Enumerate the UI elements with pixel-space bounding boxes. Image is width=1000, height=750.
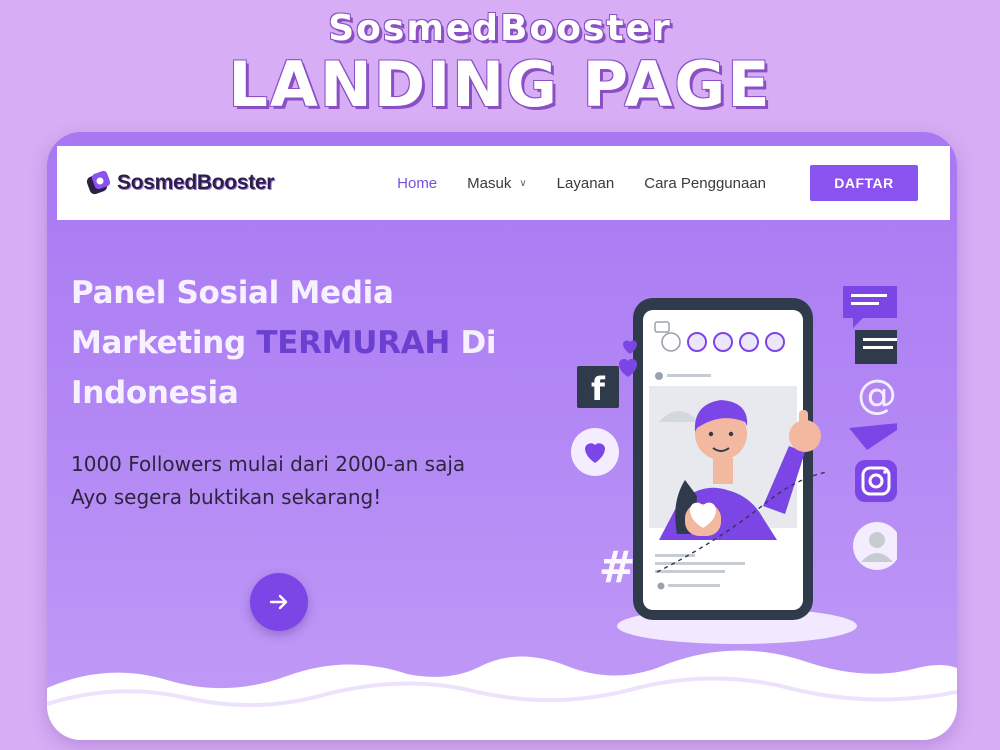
nav-item-label: Masuk [467, 174, 512, 192]
promo-title-brand: SosmedBooster [328, 8, 672, 49]
brand-name: SosmedBooster [117, 171, 275, 194]
wave-decoration [47, 650, 957, 740]
brand-logo-icon [86, 170, 111, 195]
hero-illustration: f # @ [571, 286, 897, 644]
promo-title: SosmedBooster LANDING PAGE [0, 6, 1000, 120]
nav-item-home[interactable]: Home [397, 175, 437, 192]
daftar-button[interactable]: DAFTAR [810, 165, 918, 201]
svg-text:f: f [591, 370, 606, 408]
next-arrow-button[interactable] [250, 573, 308, 631]
brand-logo[interactable]: SosmedBooster [85, 169, 274, 197]
promo-title-main: LANDING PAGE [228, 48, 772, 121]
chevron-down-icon: ∨ [519, 177, 527, 189]
hero-title-highlight: TERMURAH [256, 325, 450, 361]
nav-menu: Home Masuk ∨ Layanan Cara Penggunaan DAF… [367, 165, 918, 201]
navbar: SosmedBooster Home Masuk ∨ Layanan Cara … [57, 146, 950, 220]
hero-subtitle: 1000 Followers mulai dari 2000-an saja A… [71, 448, 491, 514]
hero-title: Panel Sosial Media Marketing TERMURAH Di… [71, 268, 541, 418]
nav-item-layanan[interactable]: Layanan [557, 175, 615, 192]
hero-subtitle-line: 1000 Followers mulai dari 2000-an saja [71, 452, 466, 476]
svg-text:@: @ [857, 372, 897, 418]
nav-item-masuk[interactable]: Masuk ∨ [467, 175, 527, 192]
svg-text:#: # [599, 542, 636, 593]
nav-item-cara-penggunaan[interactable]: Cara Penggunaan [644, 175, 766, 192]
arrow-right-icon [269, 594, 288, 610]
website-preview: SosmedBooster Home Masuk ∨ Layanan Cara … [47, 132, 957, 740]
hero-subtitle-line: Ayo segera buktikan sekarang! [71, 485, 382, 509]
